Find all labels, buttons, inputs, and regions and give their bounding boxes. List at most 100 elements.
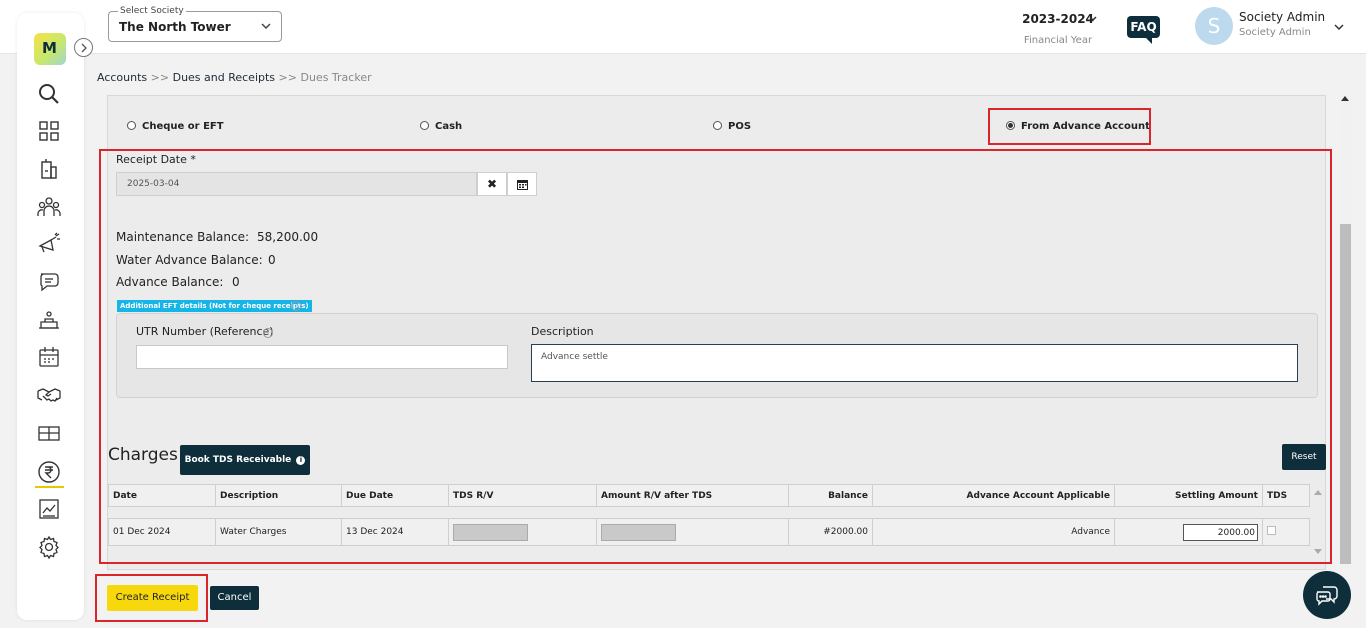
radio-unselected-icon[interactable] [127,121,136,130]
complaints-icon[interactable] [37,232,61,256]
reset-button[interactable]: Reset [1282,444,1326,470]
book-tds-receivable-label: Book TDS Receivable [184,455,292,465]
parcel-icon[interactable] [37,421,61,445]
chevron-down-icon [261,23,271,30]
utr-input[interactable] [136,345,508,369]
amount-after-tds-input [601,523,676,541]
tds-rv-input [453,523,528,541]
calendar-icon [517,180,528,190]
cell-due-date: 13 Dec 2024 [341,518,449,546]
tds-checkbox[interactable] [1267,526,1276,535]
chevron-right-icon [81,43,87,53]
column-header-tds-rv: TDS R/V [448,484,597,507]
chat-icon[interactable] [37,270,61,294]
cell-balance: #2000.00 [788,518,873,546]
calendar-picker-button[interactable] [507,172,537,196]
column-header-advance-applicable: Advance Account Applicable [872,484,1115,507]
settling-amount-input[interactable]: 2000.00 [1183,523,1258,541]
user-role: Society Admin [1239,27,1311,38]
payment-mode-cheque-label: Cheque or EFT [142,121,224,132]
cell-date: 01 Dec 2024 [108,518,216,546]
breadcrumb-accounts[interactable]: Accounts [97,71,147,84]
water-advance-balance: Water Advance Balance: 0 [116,253,276,267]
user-name: Society Admin [1239,10,1326,24]
utr-label: UTR Number (Reference) [136,325,274,338]
table-spacer [108,506,1310,519]
maintenance-balance: Maintenance Balance: 58,200.00 [116,230,318,244]
close-icon: ✖ [487,177,498,191]
financial-year-selector[interactable]: 2023-2024 Financial Year [1012,12,1104,46]
eft-details-badge: Additional EFT details (Not for cheque r… [117,300,312,312]
cancel-button[interactable]: Cancel [210,586,259,610]
top-bar: Select Society The North Tower 2023-2024… [0,0,1366,54]
water-advance-balance-value: 0 [268,253,276,267]
receipt-date-input[interactable]: 2025-03-04 [116,172,477,196]
table-header-row: Date Description Due Date TDS R/V Amount… [108,484,1310,507]
info-icon[interactable]: i [263,328,273,338]
payment-mode-cheque[interactable]: Cheque or EFT [127,121,224,132]
settings-icon[interactable] [37,535,61,560]
active-indicator [35,486,64,488]
society-select-label: Select Society [118,6,186,16]
chat-support-button[interactable] [1303,571,1351,619]
receipt-date-label: Receipt Date * [116,153,196,166]
society-select-value: The North Tower [119,20,231,34]
utr-label-text: UTR Number (Reference) [136,325,274,338]
chevron-down-icon [1089,16,1097,22]
financial-year-label: Financial Year [1023,35,1093,46]
clear-date-button[interactable]: ✖ [477,172,507,196]
avatar[interactable]: S [1195,7,1233,45]
breadcrumb: Accounts >> Dues and Receipts >> Dues Tr… [97,71,372,84]
description-textarea[interactable]: Advance settle [531,344,1298,382]
page-scrollbar-thumb[interactable] [1340,224,1351,564]
maintenance-balance-label: Maintenance Balance: [116,230,249,244]
highlight-advance-option [988,108,1151,145]
faq-button[interactable]: FAQ [1127,16,1160,44]
app-logo: M [34,33,66,65]
create-receipt-button[interactable]: Create Receipt [107,585,198,611]
column-header-settling-amount: Settling Amount [1114,484,1263,507]
column-header-date: Date [108,484,216,507]
column-header-amount-after-tds: Amount R/V after TDS [596,484,789,507]
cell-advance-applicable: Advance [872,518,1115,546]
water-advance-balance-label: Water Advance Balance: [116,253,263,267]
advance-balance-value: 0 [232,275,240,289]
amenities-icon[interactable] [37,308,61,332]
sidebar-toggle-button[interactable] [74,38,93,57]
info-icon[interactable]: i [291,301,301,311]
table-row: 01 Dec 2024 Water Charges 13 Dec 2024 #2… [108,518,1310,546]
radio-unselected-icon[interactable] [420,121,429,130]
calendar-icon[interactable] [37,345,61,369]
table-scroll-down-icon[interactable] [1314,549,1322,554]
description-label: Description [531,325,594,338]
chat-bubbles-icon [1316,586,1338,606]
advance-balance: Advance Balance: 0 [116,275,240,289]
column-header-description: Description [215,484,342,507]
radio-unselected-icon[interactable] [713,121,722,130]
cell-settling-amount: 2000.00 [1114,518,1263,546]
column-header-balance: Balance [788,484,873,507]
society-select[interactable]: Select Society The North Tower [108,6,282,42]
dashboard-icon[interactable] [37,119,61,143]
handshake-icon[interactable] [37,383,61,407]
payment-mode-cash-label: Cash [435,121,463,132]
building-icon[interactable] [37,157,61,181]
charges-title: Charges [108,445,178,465]
table-scroll-up-icon[interactable] [1314,490,1322,495]
breadcrumb-dues-tracker: Dues Tracker [300,71,372,84]
chevron-down-icon[interactable] [1333,21,1345,33]
table-spacer-cell [108,506,1310,519]
breadcrumb-dues-and-receipts[interactable]: Dues and Receipts [173,71,275,84]
breadcrumb-separator: >> [278,71,297,84]
payment-mode-pos[interactable]: POS [713,121,751,132]
book-tds-receivable-button[interactable]: Book TDS Receivable i [180,445,310,475]
members-icon[interactable] [37,195,61,219]
search-icon[interactable] [37,82,61,106]
info-icon: i [296,456,306,465]
rupee-icon[interactable] [37,460,61,484]
reports-icon[interactable] [37,497,61,521]
payment-mode-cash[interactable]: Cash [420,121,462,132]
charges-table: Date Description Due Date TDS R/V Amount… [108,484,1310,546]
scroll-up-icon[interactable] [1341,96,1349,101]
breadcrumb-separator: >> [150,71,170,84]
